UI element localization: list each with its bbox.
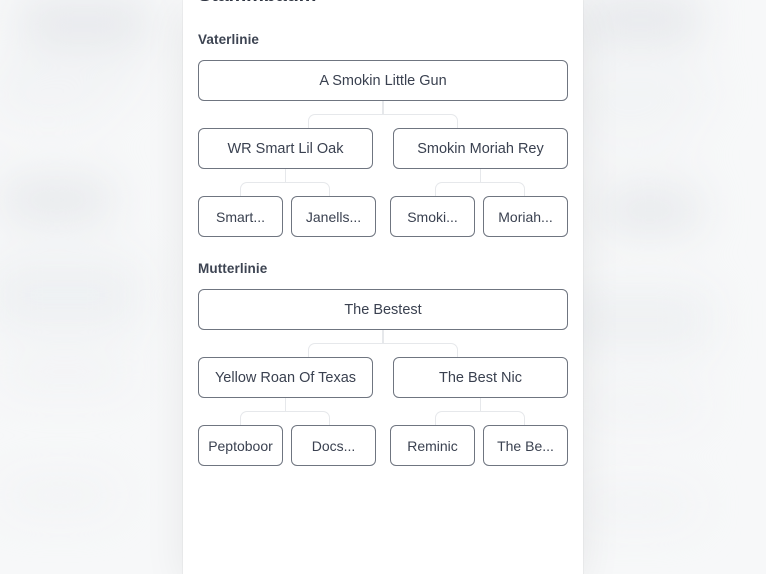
pedigree-node-root[interactable]: A Smokin Little Gun: [198, 60, 568, 101]
page-title: Stammbaum: [198, 0, 568, 8]
section-sire-line: Vaterlinie A Smokin Little Gun WR Smart …: [198, 32, 568, 237]
connector-root-gen2: [198, 330, 568, 357]
connector-root-gen2: [198, 101, 568, 128]
pedigree-gen3-group-left: Peptoboor Docs...: [198, 425, 376, 466]
section-label-vaterlinie: Vaterlinie: [198, 32, 260, 47]
pedigree-gen3-group-left: Smart... Janells...: [198, 196, 376, 237]
pedigree-node-gen3[interactable]: Reminic: [390, 425, 475, 466]
pedigree-node-root[interactable]: The Bestest: [198, 289, 568, 330]
connector-gen2-gen3: [198, 398, 568, 425]
pedigree-node-gen3[interactable]: Docs...: [291, 425, 376, 466]
pedigree-node-gen2[interactable]: Yellow Roan Of Texas: [198, 357, 373, 398]
section-dam-line: Mutterlinie The Bestest Yellow Roan Of T…: [198, 261, 568, 466]
pedigree-gen3-group-right: Smoki... Moriah...: [390, 196, 568, 237]
pedigree-row-gen3: Peptoboor Docs... Reminic The Be...: [198, 425, 568, 466]
pedigree-node-gen3[interactable]: Smoki...: [390, 196, 475, 237]
screen: Stammbaum Vaterlinie A Smokin Little Gun…: [0, 0, 766, 574]
pedigree-node-gen2[interactable]: WR Smart Lil Oak: [198, 128, 373, 169]
section-label-mutterlinie: Mutterlinie: [198, 261, 268, 276]
pedigree-row-gen2: Yellow Roan Of Texas The Best Nic: [198, 357, 568, 398]
pedigree-node-gen3[interactable]: Moriah...: [483, 196, 568, 237]
pedigree-tree-sire: A Smokin Little Gun WR Smart Lil Oak Smo…: [198, 60, 568, 237]
pedigree-gen3-group-right: Reminic The Be...: [390, 425, 568, 466]
connector-gen2-gen3: [198, 169, 568, 196]
pedigree-row-gen3: Smart... Janells... Smoki... Moriah...: [198, 196, 568, 237]
pedigree-node-gen3[interactable]: Peptoboor: [198, 425, 283, 466]
pedigree-node-gen3[interactable]: The Be...: [483, 425, 568, 466]
pedigree-row-gen2: WR Smart Lil Oak Smokin Moriah Rey: [198, 128, 568, 169]
pedigree-node-gen2[interactable]: Smokin Moriah Rey: [393, 128, 568, 169]
pedigree-tree-dam: The Bestest Yellow Roan Of Texas The Bes…: [198, 289, 568, 466]
pedigree-node-gen3[interactable]: Smart...: [198, 196, 283, 237]
pedigree-modal: Stammbaum Vaterlinie A Smokin Little Gun…: [183, 0, 583, 574]
pedigree-node-gen2[interactable]: The Best Nic: [393, 357, 568, 398]
pedigree-node-gen3[interactable]: Janells...: [291, 196, 376, 237]
